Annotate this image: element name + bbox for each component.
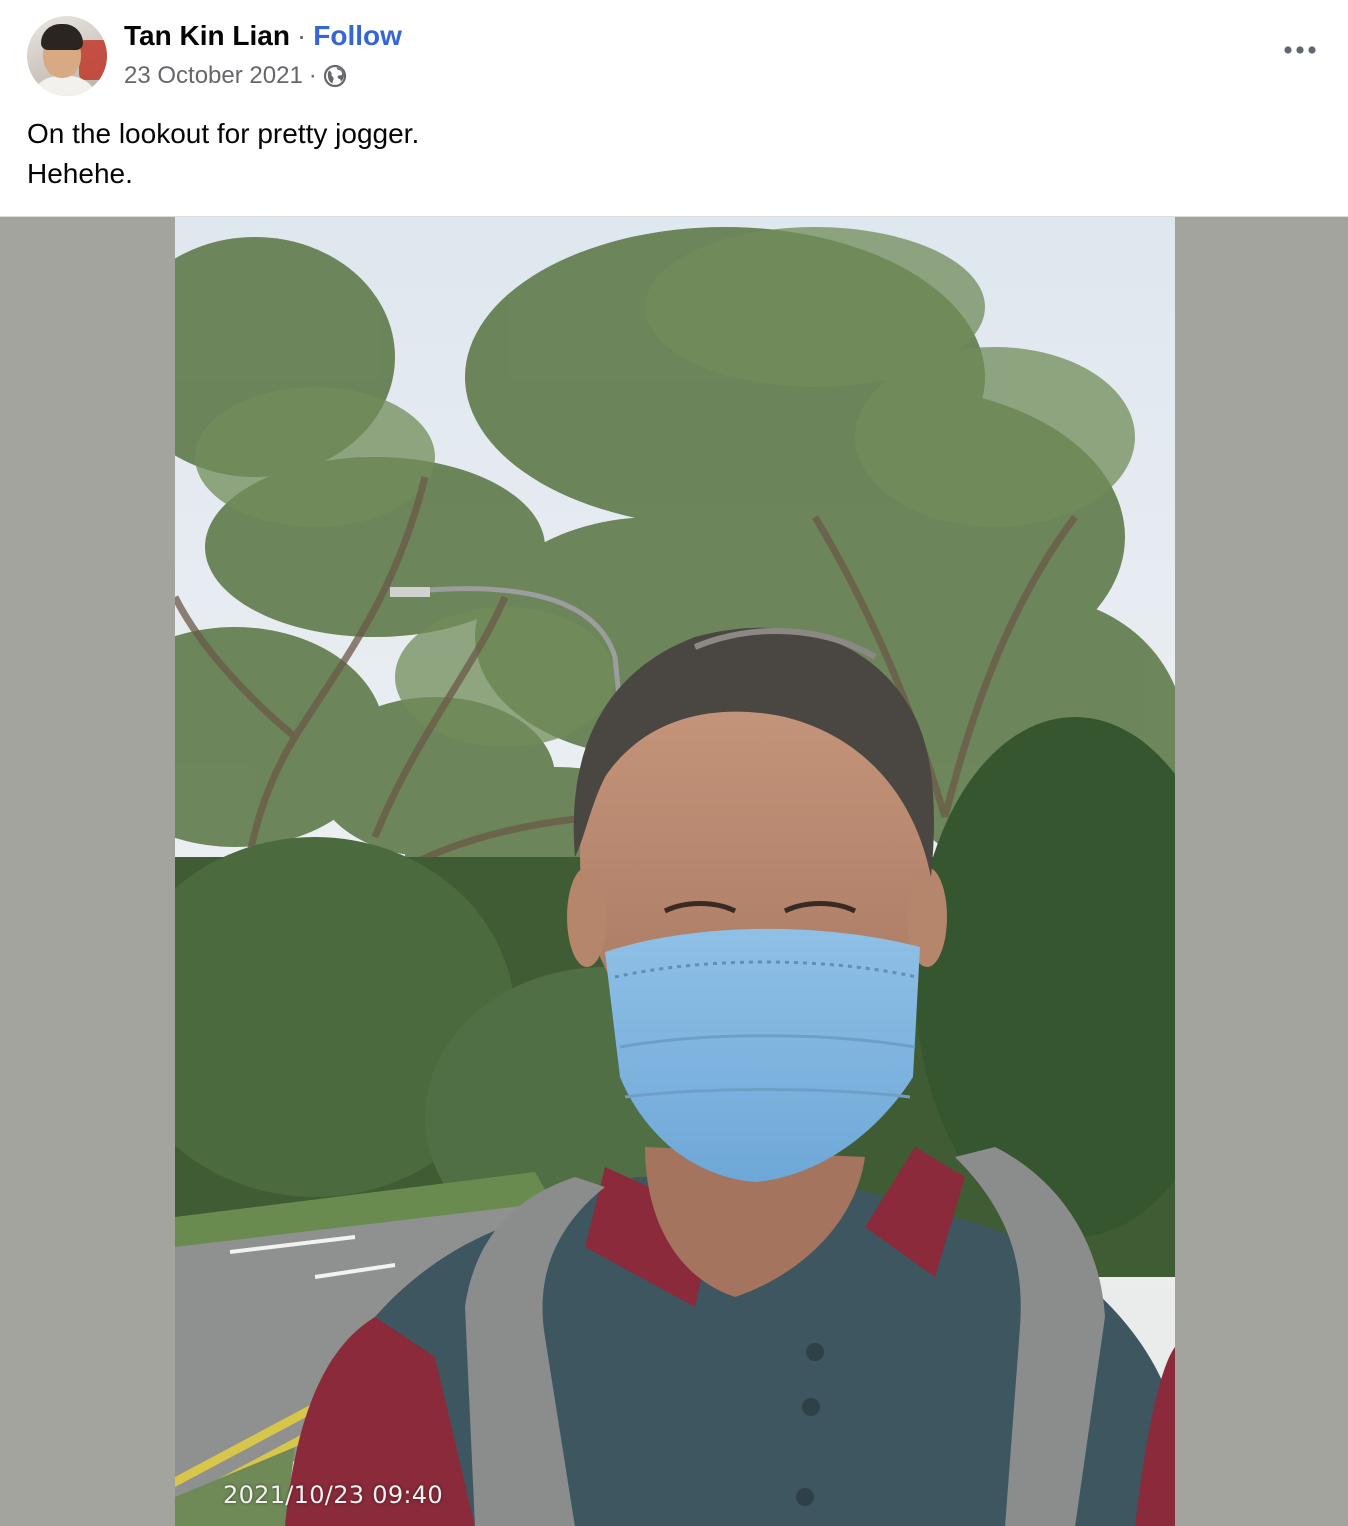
post-text-line-2: Hehehe. [27, 158, 133, 189]
author-line: Tan Kin Lian · Follow [124, 18, 402, 54]
post-date[interactable]: 23 October 2021 [124, 62, 303, 90]
avatar-hair [41, 24, 83, 50]
post-media: 2021/10/23 09:40 [0, 216, 1348, 1526]
post-text: On the lookout for pretty jogger. Hehehe… [27, 114, 419, 194]
post-meta: 23 October 2021 · [124, 60, 347, 92]
photo-timestamp: 2021/10/23 09:40 [223, 1481, 443, 1509]
more-options-button[interactable] [1278, 30, 1322, 70]
more-options-icon [1284, 46, 1316, 54]
post-photo[interactable]: 2021/10/23 09:40 [175, 217, 1175, 1526]
post-text-line-1: On the lookout for pretty jogger. [27, 118, 420, 149]
follow-button[interactable]: Follow [313, 20, 402, 52]
facebook-post: Tan Kin Lian · Follow 23 October 2021 · [0, 0, 1348, 1526]
author-avatar[interactable] [27, 16, 107, 96]
post-header: Tan Kin Lian · Follow 23 October 2021 · [0, 0, 1348, 216]
meta-separator: · [308, 62, 317, 89]
avatar-background [79, 40, 107, 80]
globe-icon[interactable] [323, 64, 347, 88]
selfie-photo-illustration [175, 217, 1175, 1526]
name-separator: · [296, 20, 307, 51]
author-name[interactable]: Tan Kin Lian [124, 20, 290, 52]
